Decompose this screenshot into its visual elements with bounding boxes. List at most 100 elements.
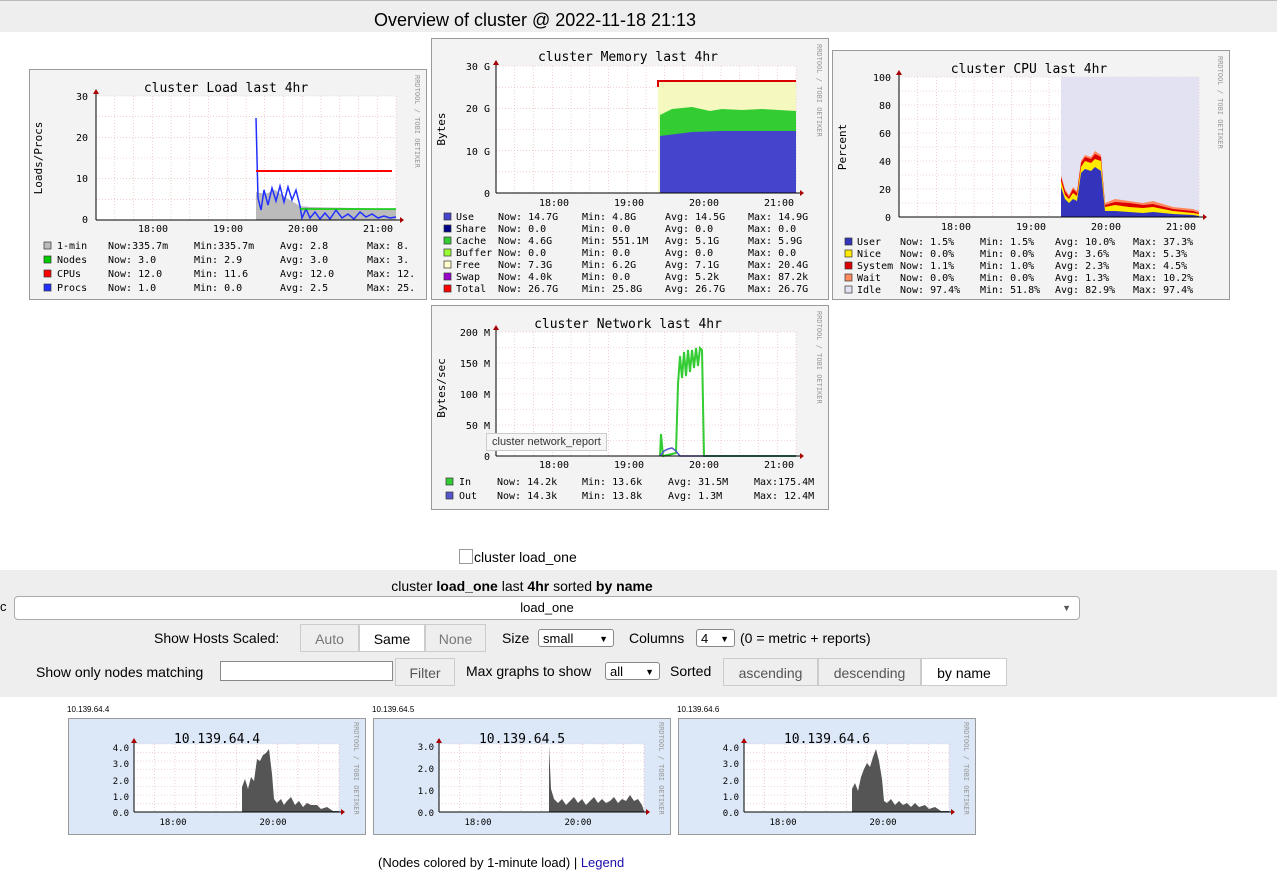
cpu-legend-name: Wait <box>857 273 881 284</box>
memory-legend-avg: Avg: 5.1G <box>665 236 719 247</box>
memory-legend-avg: Avg: 0.0 <box>665 248 713 259</box>
memory-legend-min: Min: 0.0 <box>582 272 630 283</box>
cpu-legend-max: Max: 10.2% <box>1133 273 1193 284</box>
host-ytick: 1.0 <box>723 793 739 803</box>
size-select[interactable]: small ▼ <box>538 629 614 647</box>
cpu-legend-min: Min: 1.5% <box>980 237 1034 248</box>
cpu-ytick: 60 <box>879 129 891 140</box>
memory-legend-swatch <box>443 284 452 293</box>
network-legend-now: Now: 14.3k <box>497 491 557 502</box>
memory-ytick: 10 G <box>466 147 490 158</box>
load-legend-max: Max: 25. <box>367 283 415 294</box>
cpu-legend-min: Min: 0.0% <box>980 273 1034 284</box>
load-legend-max: Max: 3. <box>367 255 409 266</box>
load-legend-avg: Avg: 2.8 <box>280 241 328 252</box>
scaled-none-button[interactable]: None <box>425 624 486 652</box>
cpu-legend-name: Nice <box>857 249 881 260</box>
host-xtick: 20:00 <box>564 818 591 828</box>
memory-legend-now: Now: 14.7G <box>498 212 558 223</box>
load-ylabel: Loads/Procs <box>32 122 45 195</box>
network-ytick: 200 M <box>460 328 490 339</box>
load-legend: 1-min Now:335.7m Min:335.7m Avg: 2.8 Max: 8.… <box>43 241 415 294</box>
cpu-ytick: 40 <box>879 157 891 168</box>
memory-legend-name: Share <box>456 224 486 235</box>
cpu-ytick: 80 <box>879 101 891 112</box>
network-graph[interactable]: cluster Network last 4hr Bytes/sec 200 M… <box>431 305 829 510</box>
sort-descending-button[interactable]: descending <box>818 658 921 686</box>
network-legend-name: In <box>459 477 471 488</box>
host-xtick: 18:00 <box>769 818 796 828</box>
memory-ytick: 0 <box>484 189 490 200</box>
chevron-down-icon: ▼ <box>645 667 654 677</box>
host-xtick: 18:00 <box>464 818 491 828</box>
host-ytick: 0.0 <box>418 809 434 819</box>
metric-select[interactable]: load_one ▼ <box>14 596 1080 620</box>
cpu-legend-swatch <box>844 261 853 270</box>
load-legend-avg: Avg: 2.5 <box>280 283 328 294</box>
load-legend-now: Now: 1.0 <box>108 283 156 294</box>
load-legend-max: Max: 12. <box>367 269 415 280</box>
columns-select[interactable]: 4 ▼ <box>696 629 735 647</box>
host-ytick: 4.0 <box>113 744 129 754</box>
cpu-legend: User Now: 1.5% Min: 1.5% Avg: 10.0% Max: 37.… <box>844 237 1193 296</box>
network-legend-max: Max:175.4M <box>754 477 814 488</box>
cpu-legend-now: Now: 1.1% <box>900 261 954 272</box>
cpu-ytick: 20 <box>879 185 891 196</box>
sort-ascending-button[interactable]: ascending <box>723 658 818 686</box>
cpu-legend-min: Min: 0.0% <box>980 249 1034 260</box>
host-graph[interactable]: 10.139.64.5 3.0 2.0 1.0 0.0 18:00 20:00 RRDT… <box>373 718 671 835</box>
memory-xtick: 20:00 <box>689 198 719 209</box>
host-ytick: 4.0 <box>723 744 739 754</box>
memory-legend-name: Swap <box>456 272 480 283</box>
load-ytick: 30 <box>76 92 88 103</box>
cpu-legend-now: Now: 97.4% <box>900 285 960 296</box>
chevron-down-icon: ▼ <box>599 634 608 644</box>
sort-by-name-button[interactable]: by name <box>921 658 1007 686</box>
cpu-legend-avg: Avg: 10.0% <box>1055 237 1115 248</box>
memory-legend-now: Now: 0.0 <box>498 248 546 259</box>
host-graph[interactable]: 10.139.64.6 4.0 3.0 2.0 1.0 0.0 18:00 20:00 R… <box>678 718 976 835</box>
load-legend-min: Min: 2.9 <box>194 255 242 266</box>
network-legend-avg: Avg: 1.3M <box>668 491 722 502</box>
cpu-graph[interactable]: cluster CPU last 4hr Percent 100 80 60 40 20… <box>832 50 1230 300</box>
memory-graph[interactable]: cluster Memory last 4hr Bytes 30 G 20 G 10… <box>431 38 829 300</box>
cpu-xtick: 20:00 <box>1091 222 1121 233</box>
load-legend-min: Min:335.7m <box>194 241 254 252</box>
host-graph[interactable]: 10.139.64.4 4.0 3.0 2.0 1.0 0.0 18:00 20:00 R… <box>68 718 366 835</box>
load-legend-name: 1-min <box>57 241 87 252</box>
memory-legend-min: Min: 6.2G <box>582 260 636 271</box>
memory-legend-avg: Avg: 14.5G <box>665 212 725 223</box>
memory-legend-avg: Avg: 26.7G <box>665 284 725 295</box>
load-legend-swatch <box>43 269 52 278</box>
cpu-legend-max: Max: 97.4% <box>1133 285 1193 296</box>
load-legend-avg: Avg: 3.0 <box>280 255 328 266</box>
chevron-down-icon: ▼ <box>1062 603 1071 613</box>
host-ytick: 1.0 <box>113 793 129 803</box>
cpu-legend-max: Max: 37.3% <box>1133 237 1193 248</box>
load-legend-name: CPUs <box>57 269 81 280</box>
cpu-legend-now: Now: 0.0% <box>900 249 954 260</box>
node-filter-input[interactable] <box>220 661 393 681</box>
memory-ytick: 30 G <box>466 62 490 73</box>
filter-button[interactable]: Filter <box>395 658 455 686</box>
memory-legend-swatch <box>443 236 452 245</box>
cpu-legend-avg: Avg: 2.3% <box>1055 261 1109 272</box>
controls-panel: cluster load_one last 4hr sorted by name… <box>0 570 1277 697</box>
host-ytick: 1.0 <box>418 787 434 797</box>
host-ytick: 0.0 <box>113 809 129 819</box>
memory-legend-swatch <box>443 212 452 221</box>
cpu-legend-avg: Avg: 3.6% <box>1055 249 1109 260</box>
max-graphs-select[interactable]: all ▼ <box>605 662 660 680</box>
load-graph[interactable]: cluster Load last 4hr Loads/Procs 30 20 10… <box>29 69 427 300</box>
match-label: Show only nodes matching <box>36 664 204 680</box>
footer-note: (Nodes colored by 1-minute load) | Legen… <box>378 855 625 870</box>
legend-link[interactable]: Legend <box>581 855 624 870</box>
load-legend-name: Procs <box>57 283 87 294</box>
scaled-same-button[interactable]: Same <box>359 624 425 652</box>
load-legend-min: Min: 0.0 <box>194 283 242 294</box>
memory-legend-max: Max: 26.7G <box>748 284 808 295</box>
memory-use-area <box>660 131 796 193</box>
cpu-title: cluster CPU last 4hr <box>951 62 1108 77</box>
scaled-auto-button[interactable]: Auto <box>300 624 359 652</box>
host-ytick: 3.0 <box>723 760 739 770</box>
